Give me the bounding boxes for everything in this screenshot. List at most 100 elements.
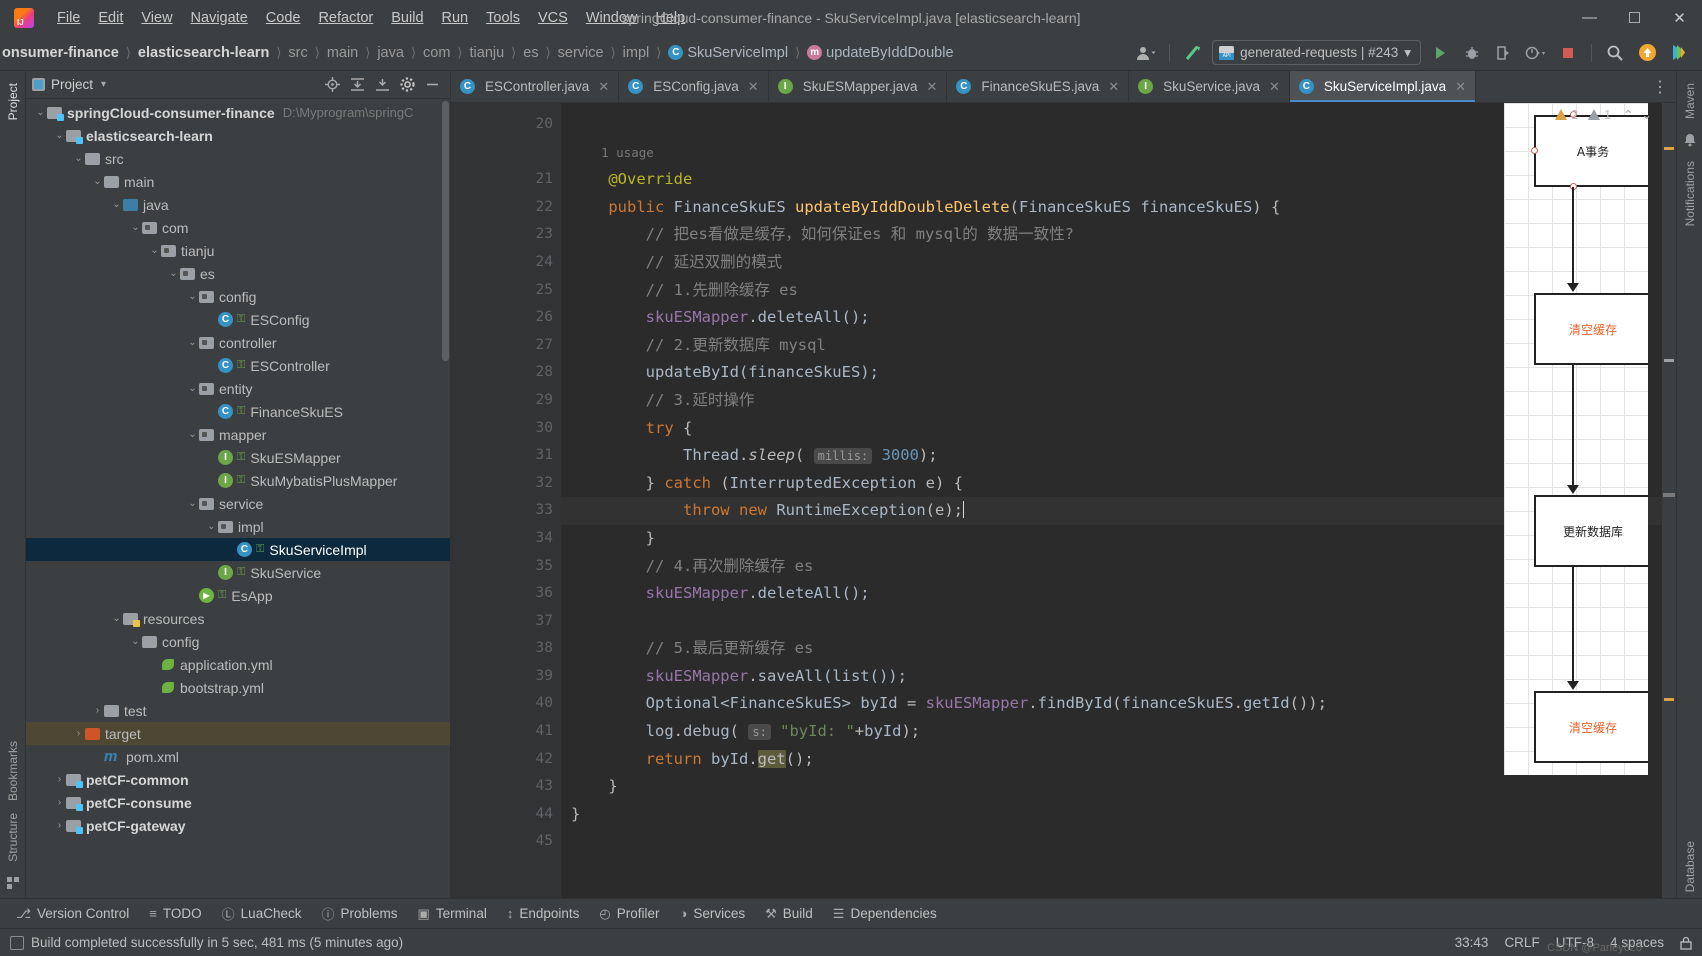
- flowchart-box-0[interactable]: A事务: [1534, 115, 1648, 187]
- code-line-36[interactable]: skuESMapper.deleteAll();: [561, 580, 1662, 608]
- chevron-down-icon[interactable]: ▾: [101, 79, 106, 90]
- tree-node-mapper[interactable]: ⌄ mapper: [26, 423, 450, 446]
- tree-node-escontroller[interactable]: C ⚿ ESController: [26, 354, 450, 377]
- code-line-28[interactable]: updateById(financeSkuES);: [561, 359, 1662, 387]
- gutter-line-36[interactable]: 36: [451, 580, 561, 608]
- code-line-41[interactable]: log.debug( s: "byId: "+byId);: [561, 718, 1662, 746]
- breadcrumb-main[interactable]: main: [325, 45, 360, 61]
- code-line-20[interactable]: [561, 111, 1662, 139]
- code-line-26[interactable]: skuESMapper.deleteAll();: [561, 304, 1662, 332]
- close-tab-icon[interactable]: ✕: [598, 79, 609, 95]
- breadcrumb-module[interactable]: elasticsearch-learn: [136, 45, 271, 61]
- menu-navigate[interactable]: Navigate: [182, 6, 257, 30]
- ide-features-icon[interactable]: [1666, 41, 1692, 65]
- run-with-coverage-button[interactable]: [1491, 41, 1517, 65]
- code-line-31[interactable]: Thread.sleep( millis: 3000);: [561, 442, 1662, 470]
- tree-node-config[interactable]: ⌄ config: [26, 285, 450, 308]
- next-problem-icon[interactable]: ⌄: [1642, 107, 1652, 122]
- code-line-44[interactable]: }: [561, 801, 1662, 829]
- flowchart-box-3[interactable]: 清空缓存: [1534, 691, 1648, 763]
- menu-refactor[interactable]: Refactor: [309, 6, 382, 30]
- bottom-tool-luacheck[interactable]: Ⓛ LuaCheck: [212, 901, 312, 926]
- breadcrumb-service[interactable]: service: [556, 45, 606, 61]
- tree-node-src[interactable]: ⌄ src: [26, 147, 450, 170]
- menu-tools[interactable]: Tools: [477, 6, 529, 30]
- tree-node-elasticsearch-learn[interactable]: ⌄ elasticsearch-learn: [26, 124, 450, 147]
- tree-node-com[interactable]: ⌄ com: [26, 216, 450, 239]
- tree-node-controller[interactable]: ⌄ controller: [26, 331, 450, 354]
- gutter-line-35[interactable]: 35: [451, 553, 561, 581]
- chevron-down-icon[interactable]: ⌄: [129, 636, 142, 646]
- gutter-line-32[interactable]: 32: [451, 470, 601, 498]
- code-line-43[interactable]: }: [561, 773, 1662, 801]
- code-line-37[interactable]: [561, 608, 1662, 636]
- flowchart-box-1[interactable]: 清空缓存: [1534, 293, 1648, 365]
- chevron-down-icon[interactable]: ⌄: [186, 498, 199, 508]
- tree-node-skuservice[interactable]: I ⚿ SkuService: [26, 561, 450, 584]
- tree-node-esconfig[interactable]: C ⚿ ESConfig: [26, 308, 450, 331]
- code-line-42[interactable]: return byId.get();: [561, 746, 1662, 774]
- bottom-tool-endpoints[interactable]: ↕ Endpoints: [497, 903, 590, 924]
- code-line-40[interactable]: Optional<FinanceSkuES> byId = skuESMappe…: [561, 690, 1662, 718]
- stop-button[interactable]: [1555, 41, 1581, 65]
- bottom-tool-build[interactable]: ⚒ Build: [755, 903, 823, 925]
- bottom-tool-version-control[interactable]: ⎇ Version Control: [6, 903, 139, 925]
- editor-gutter[interactable]: 20 21 22 23 24 25 26 27 28 29 30 31 32 33 34 35 36 37 38 39…: [451, 103, 601, 898]
- chevron-down-icon[interactable]: ⌄: [186, 383, 199, 393]
- tree-node-target[interactable]: › target: [26, 722, 450, 745]
- close-button[interactable]: ✕: [1657, 0, 1702, 35]
- tree-node-es[interactable]: ⌄ es: [26, 262, 450, 285]
- tree-node-skumybatisplusmapper[interactable]: I ⚿ SkuMybatisPlusMapper: [26, 469, 450, 492]
- tree-node-pom-xml[interactable]: m pom.xml: [26, 745, 450, 768]
- tree-node-financeskues[interactable]: C ⚿ FinanceSkuES: [26, 400, 450, 423]
- code-line-29[interactable]: // 3.延时操作: [561, 387, 1662, 415]
- gear-icon[interactable]: [400, 77, 415, 92]
- code-line-21[interactable]: @Override: [561, 166, 1662, 194]
- search-everywhere-icon[interactable]: [1602, 41, 1628, 65]
- chevron-right-icon[interactable]: ›: [53, 797, 66, 808]
- hide-panel-icon[interactable]: [425, 77, 440, 92]
- chevron-down-icon[interactable]: ⌄: [110, 199, 123, 209]
- chevron-down-icon[interactable]: ⌄: [186, 429, 199, 439]
- breadcrumb-tianju[interactable]: tianju: [468, 45, 507, 61]
- tree-node-entity[interactable]: ⌄ entity: [26, 377, 450, 400]
- bottom-tool-problems[interactable]: ⓘ Problems: [311, 901, 407, 926]
- menu-edit[interactable]: Edit: [89, 6, 132, 30]
- gutter-line-20[interactable]: 20: [451, 111, 561, 139]
- collapse-all-icon[interactable]: [375, 77, 390, 92]
- tool-tab-structure[interactable]: Structure: [2, 807, 24, 868]
- chevron-down-icon[interactable]: ⌄: [205, 521, 218, 531]
- code-line-34[interactable]: }: [561, 525, 1662, 553]
- bottom-tool-terminal[interactable]: ▣ Terminal: [408, 903, 497, 925]
- gutter-line-39[interactable]: 39: [451, 663, 561, 691]
- lock-icon[interactable]: [1680, 936, 1692, 950]
- gutter-line-44[interactable]: 44: [451, 801, 561, 829]
- tree-node-skuserviceimpl[interactable]: C ⚿ SkuServiceImpl: [26, 538, 450, 561]
- caret-position[interactable]: 33:43: [1455, 935, 1489, 950]
- breadcrumb-impl[interactable]: impl: [621, 45, 652, 61]
- breadcrumb-method[interactable]: m updateByIddDoublе: [805, 45, 955, 61]
- tree-node-petcf-common[interactable]: › petCF-common: [26, 768, 450, 791]
- tree-node-tianju[interactable]: ⌄ tianju: [26, 239, 450, 262]
- close-tab-icon[interactable]: ✕: [1269, 79, 1280, 95]
- tree-node-config[interactable]: ⌄ config: [26, 630, 450, 653]
- tree-node-service[interactable]: ⌄ service: [26, 492, 450, 515]
- gutter-line-41[interactable]: 41: [451, 718, 561, 746]
- gutter-line-23[interactable]: 23: [451, 221, 601, 249]
- gutter-line-21[interactable]: 21: [451, 166, 561, 194]
- close-tab-icon[interactable]: ✕: [1108, 79, 1119, 95]
- code-usage-hint[interactable]: 1 usage: [561, 139, 1662, 167]
- gutter-line-42[interactable]: 42: [451, 746, 561, 774]
- user-account-icon[interactable]: [1133, 41, 1159, 65]
- editor-tab-escontroller-java[interactable]: C ESController.java ✕: [451, 71, 620, 102]
- run-button[interactable]: [1427, 41, 1453, 65]
- menu-help[interactable]: Help: [646, 6, 694, 30]
- chevron-down-icon[interactable]: ⌄: [110, 613, 123, 623]
- gutter-line-43[interactable]: 43: [451, 773, 561, 801]
- tree-node-skuesmapper[interactable]: I ⚿ SkuESMapper: [26, 446, 450, 469]
- prev-problem-icon[interactable]: ⌃: [1623, 107, 1633, 122]
- chevron-down-icon[interactable]: ⌄: [148, 245, 161, 255]
- editor-tab-esconfig-java[interactable]: C ESConfig.java ✕: [619, 71, 769, 102]
- code-line-35[interactable]: // 4.再次删除缓存 es: [561, 553, 1662, 581]
- bottom-tool-services[interactable]: ◑ Services: [669, 903, 755, 924]
